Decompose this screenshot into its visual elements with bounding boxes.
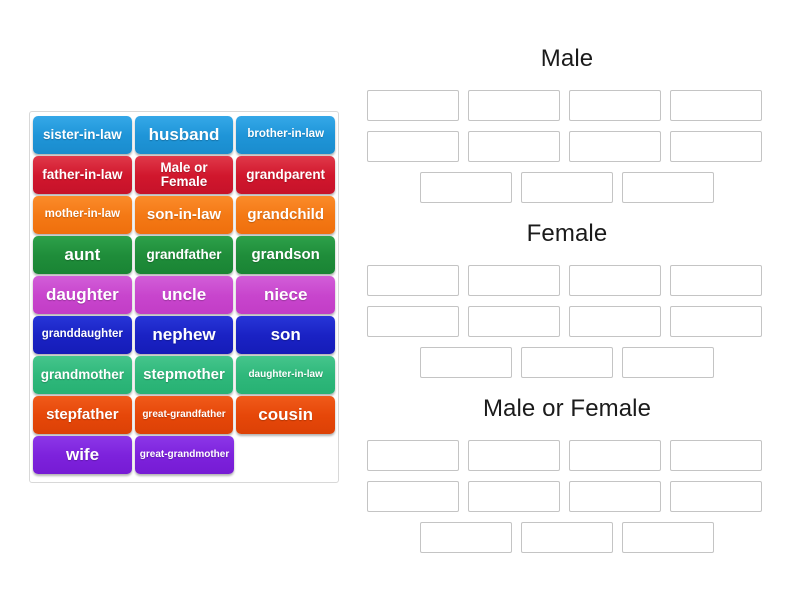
- word-tile[interactable]: daughter: [33, 276, 132, 314]
- slot-row: [367, 522, 767, 553]
- slot-row: [367, 131, 767, 162]
- drop-slot[interactable]: [468, 265, 560, 296]
- word-tile[interactable]: aunt: [33, 236, 132, 274]
- drop-group-male: Male: [367, 44, 767, 213]
- word-tile[interactable]: husband: [134, 116, 234, 154]
- word-tile[interactable]: nephew: [134, 316, 234, 354]
- drop-slot[interactable]: [420, 172, 512, 203]
- slot-row: [367, 440, 767, 471]
- tile-row: stepfather great-grandfather cousin: [33, 396, 336, 434]
- word-tile[interactable]: Male or Female: [134, 156, 234, 194]
- drop-slot[interactable]: [367, 90, 459, 121]
- drop-slot[interactable]: [670, 440, 762, 471]
- tile-row: mother-in-law son-in-law grandchild: [33, 196, 336, 234]
- drop-slot[interactable]: [521, 347, 613, 378]
- word-tile[interactable]: daughter-in-law: [236, 356, 336, 394]
- tile-row: grandmother stepmother daughter-in-law: [33, 356, 336, 394]
- drop-slot[interactable]: [670, 306, 762, 337]
- drop-group-female: Female: [367, 219, 767, 388]
- drop-slot[interactable]: [468, 481, 560, 512]
- drop-slot[interactable]: [569, 90, 661, 121]
- word-tile[interactable]: great-grandmother: [135, 436, 234, 474]
- word-tile[interactable]: mother-in-law: [33, 196, 132, 234]
- drop-slot[interactable]: [670, 481, 762, 512]
- word-tile[interactable]: sister-in-law: [33, 116, 132, 154]
- drop-slot[interactable]: [622, 522, 714, 553]
- drop-slot[interactable]: [367, 440, 459, 471]
- slot-row: [367, 172, 767, 203]
- drop-slot[interactable]: [670, 90, 762, 121]
- drop-slot[interactable]: [622, 347, 714, 378]
- slot-row: [367, 306, 767, 337]
- drop-slot[interactable]: [521, 172, 613, 203]
- slot-row: [367, 481, 767, 512]
- word-tile[interactable]: cousin: [236, 396, 336, 434]
- word-tile[interactable]: uncle: [134, 276, 234, 314]
- tile-row: father-in-law Male or Female grandparent: [33, 156, 336, 194]
- word-tile[interactable]: grandparent: [236, 156, 336, 194]
- drop-slot[interactable]: [367, 481, 459, 512]
- drop-slot[interactable]: [569, 440, 661, 471]
- drop-slot[interactable]: [468, 90, 560, 121]
- word-tile[interactable]: niece: [236, 276, 336, 314]
- drop-slot[interactable]: [569, 131, 661, 162]
- word-tile-bank: sister-in-law husband brother-in-law father…: [29, 111, 339, 483]
- word-tile[interactable]: son: [236, 316, 336, 354]
- word-tile[interactable]: grandchild: [236, 196, 336, 234]
- drop-group-male-or-female: Male or Female: [367, 394, 767, 563]
- word-tile[interactable]: grandfather: [134, 236, 234, 274]
- word-tile[interactable]: granddaughter: [33, 316, 132, 354]
- tile-row: aunt grandfather grandson: [33, 236, 336, 274]
- drop-slot[interactable]: [468, 131, 560, 162]
- drop-slot[interactable]: [367, 265, 459, 296]
- group-title: Male: [540, 45, 594, 72]
- word-tile[interactable]: father-in-law: [33, 156, 132, 194]
- drop-slot[interactable]: [420, 522, 512, 553]
- word-tile[interactable]: grandmother: [33, 356, 132, 394]
- word-tile[interactable]: stepfather: [33, 396, 132, 434]
- word-tile[interactable]: wife: [33, 436, 132, 474]
- drop-slot[interactable]: [367, 306, 459, 337]
- group-title: Male or Female: [482, 395, 652, 422]
- word-tile[interactable]: great-grandfather: [134, 396, 234, 434]
- drop-slot[interactable]: [622, 172, 714, 203]
- slot-row: [367, 90, 767, 121]
- word-tile[interactable]: grandson: [236, 236, 336, 274]
- drop-slot[interactable]: [569, 481, 661, 512]
- tile-row: wife great-grandmother: [33, 436, 335, 474]
- word-tile[interactable]: son-in-law: [134, 196, 234, 234]
- tile-row: daughter uncle niece: [33, 276, 336, 314]
- slot-row: [367, 265, 767, 296]
- tile-row: sister-in-law husband brother-in-law: [33, 116, 336, 154]
- drop-slot[interactable]: [468, 440, 560, 471]
- drop-slot[interactable]: [569, 306, 661, 337]
- drop-slot[interactable]: [670, 131, 762, 162]
- drop-slot[interactable]: [367, 131, 459, 162]
- drop-slot[interactable]: [468, 306, 560, 337]
- slot-row: [367, 347, 767, 378]
- drop-slot[interactable]: [420, 347, 512, 378]
- activity-canvas: sister-in-law husband brother-in-law father…: [0, 0, 800, 600]
- drop-slot[interactable]: [521, 522, 613, 553]
- tile-row: granddaughter nephew son: [33, 316, 336, 354]
- word-tile[interactable]: brother-in-law: [236, 116, 336, 154]
- drop-slot[interactable]: [569, 265, 661, 296]
- drop-slot[interactable]: [670, 265, 762, 296]
- group-title: Female: [526, 220, 608, 247]
- word-tile[interactable]: stepmother: [134, 356, 234, 394]
